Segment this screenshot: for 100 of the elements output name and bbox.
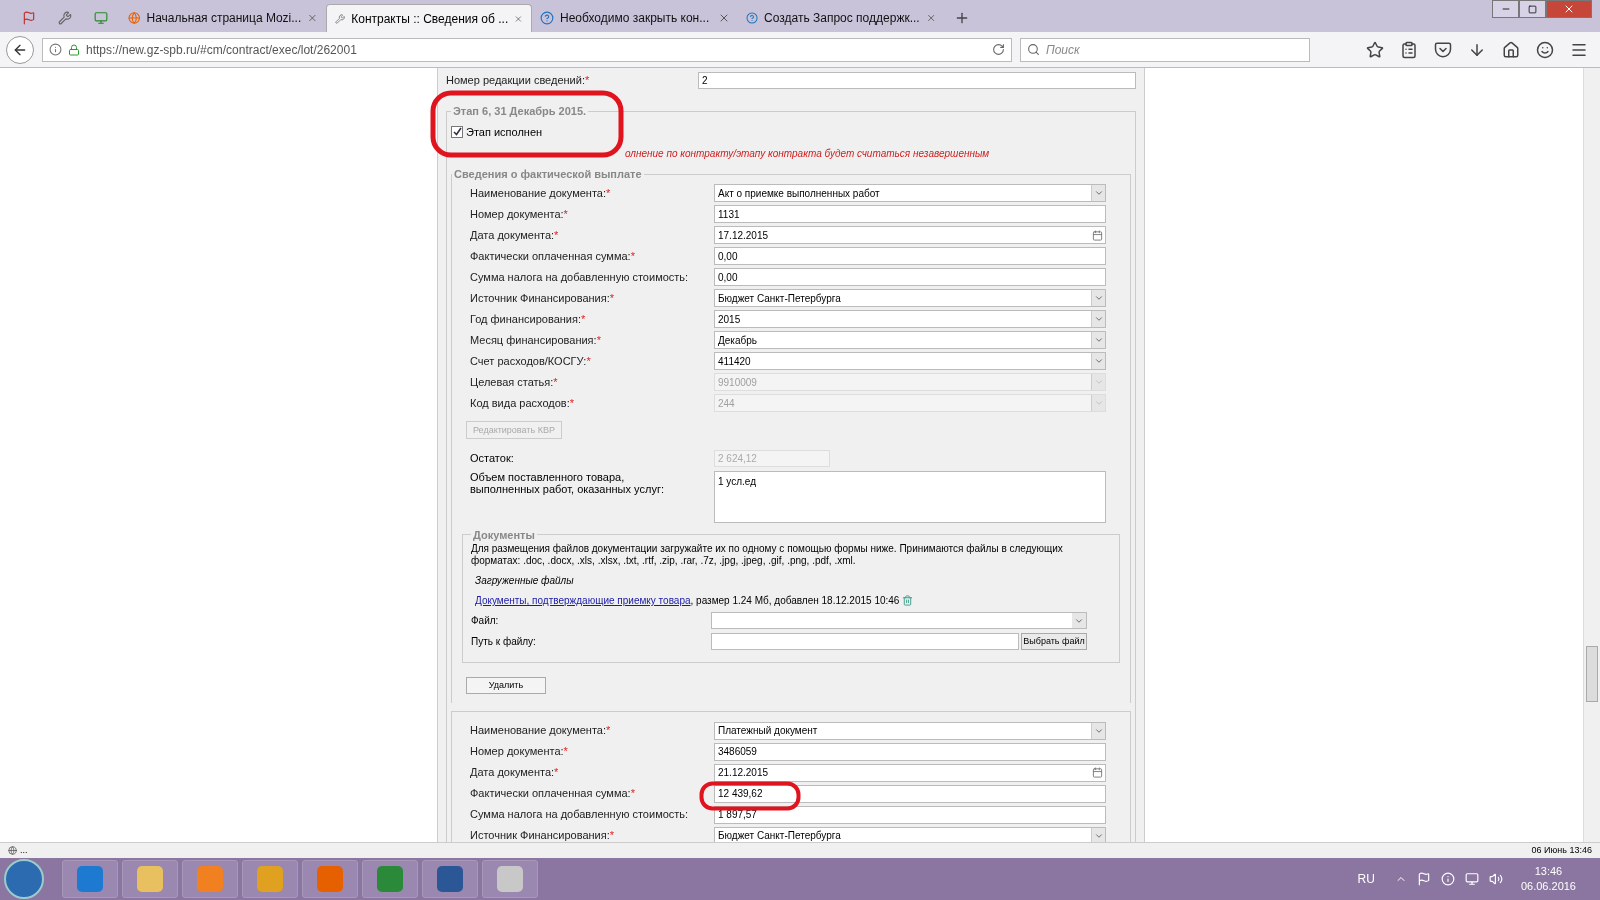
- taskbar-app-button[interactable]: [362, 860, 418, 898]
- chevron-down-icon: [1093, 398, 1104, 408]
- dropdown-field[interactable]: 411420: [714, 352, 1106, 370]
- browser-tab[interactable]: Контракты :: Сведения об ...: [326, 4, 532, 32]
- trash-icon[interactable]: [902, 595, 914, 606]
- app-icon: [197, 866, 223, 892]
- browser-tab[interactable]: Создать Запрос поддержк...: [738, 4, 944, 32]
- app-icon: [77, 866, 103, 892]
- close-icon[interactable]: [925, 12, 936, 24]
- group-title: Сведения о фактической выплате: [453, 167, 643, 182]
- input-field[interactable]: 0,00: [714, 268, 1106, 286]
- checkbox[interactable]: [451, 125, 463, 138]
- new-tab-icon[interactable]: [954, 10, 970, 26]
- field-label: Счет расходов/КОСГУ:*: [470, 354, 591, 367]
- maximize-icon: [1528, 4, 1537, 14]
- field-label: Путь к файлу:: [471, 635, 537, 649]
- choose-file-button[interactable]: Выбрать файл: [1021, 633, 1087, 650]
- field-label: Источник Финансирования:*: [470, 829, 615, 842]
- language-indicator[interactable]: RU: [1357, 870, 1375, 888]
- dropdown-field[interactable]: Бюджет Санкт-Петербурга: [714, 289, 1106, 307]
- field-label: Целевая статья:*: [470, 375, 558, 388]
- field-label: Фактически оплаченная сумма:*: [470, 787, 635, 800]
- field-label: Номер документа:*: [470, 207, 568, 220]
- taskbar-app-button[interactable]: [62, 860, 118, 898]
- flag-icon[interactable]: [1416, 872, 1431, 886]
- dropdown-field[interactable]: Бюджет Санкт-Петербурга: [714, 826, 1106, 842]
- volume-icon[interactable]: [1488, 872, 1503, 886]
- input-field[interactable]: 0,00: [714, 247, 1106, 265]
- field-label: Наименование документа:*: [470, 186, 611, 199]
- file-entry-text: Документы, подтверждающие приемку товара, размер 1.24 Мб, добавлен 18.12.2015 10:46: [475, 594, 900, 608]
- input-field[interactable]: 2: [698, 71, 1136, 89]
- field-label: Файл:: [471, 614, 500, 628]
- globe-icon: [128, 11, 141, 25]
- search-field[interactable]: Поиск: [1020, 37, 1310, 62]
- dropdown-field[interactable]: Платежный документ: [714, 721, 1106, 740]
- taskbar-app-button[interactable]: [422, 860, 478, 898]
- input-field[interactable]: 12 439,62: [714, 784, 1106, 803]
- taskbar-app-button[interactable]: [122, 860, 178, 898]
- browser-tab[interactable]: Необходимо закрыть кон...: [532, 4, 738, 32]
- text-area[interactable]: 1 усл.ед: [714, 470, 1106, 523]
- app-icon: [317, 866, 343, 892]
- maximize-button[interactable]: [1519, 0, 1546, 18]
- chevron-down-icon: [1093, 188, 1104, 198]
- app-icon: [257, 866, 283, 892]
- close-icon[interactable]: [718, 12, 730, 24]
- bookmark-star-icon[interactable]: [1366, 40, 1384, 59]
- home-icon[interactable]: [1502, 40, 1520, 59]
- checkbox-label: Этап исполнен: [466, 124, 543, 140]
- date-field[interactable]: 21.12.2015: [714, 763, 1106, 782]
- flag-icon: [22, 11, 36, 25]
- delete-button[interactable]: Удалить: [466, 677, 546, 695]
- input-field[interactable]: 3486059: [714, 742, 1106, 761]
- clock-time[interactable]: 13:46: [1534, 864, 1563, 879]
- dropdown-field[interactable]: Декабрь: [714, 331, 1106, 349]
- minimize-button[interactable]: [1492, 0, 1519, 18]
- chevron-down-icon: [1093, 356, 1104, 366]
- smile-icon[interactable]: [1536, 40, 1554, 59]
- scrollbar[interactable]: [1583, 68, 1600, 842]
- taskbar-app-button[interactable]: [482, 860, 538, 898]
- calendar-icon: [1092, 767, 1103, 778]
- field-label: Фактически оплаченная сумма:*: [470, 249, 635, 262]
- file-link[interactable]: Документы, подтверждающие приемку товара: [475, 595, 691, 606]
- field-label: Номер документа:*: [470, 745, 568, 758]
- input-field: 2 624,12: [714, 449, 830, 467]
- search-icon: [1027, 43, 1040, 56]
- pocket-icon[interactable]: [1434, 40, 1452, 59]
- status-date: 06 Июнь 13:46: [1531, 843, 1592, 857]
- wrench-icon: [58, 11, 72, 25]
- clipboard-icon[interactable]: [1400, 40, 1418, 59]
- field-label: Код вида расходов:*: [470, 396, 575, 409]
- input-field[interactable]: 1131: [714, 205, 1106, 223]
- close-icon: [1563, 3, 1575, 15]
- help-icon: [746, 11, 759, 25]
- chevron-down-icon: [1093, 377, 1104, 387]
- start-button[interactable]: [4, 859, 44, 899]
- app-icon: [437, 866, 463, 892]
- close-icon[interactable]: [307, 12, 318, 24]
- input-field[interactable]: [711, 633, 1019, 650]
- field-label: Источник Финансирования:*: [470, 291, 615, 304]
- input-field[interactable]: 1 897,57: [714, 805, 1106, 824]
- field-label: Год финансирования:*: [470, 312, 586, 325]
- dropdown-field[interactable]: Акт о приемке выполненных работ: [714, 184, 1106, 202]
- back-button[interactable]: [6, 35, 34, 64]
- description-text: Для размещения файлов документации загружайте их по одному с помощью формы ниже. Принимаются файлы в следующих форматах: .doc, .docx, .xls, .xlsx, .txt, .rtf, .zip, .rar, .7z, .jpg, .jpeg, .gif, .png, .pdf, .xml.: [471, 543, 1064, 567]
- chevron-down-icon: [1093, 293, 1104, 303]
- uploaded-files-title: Загруженные файлы: [474, 574, 575, 588]
- browser-tab[interactable]: Начальная страница Mozi...: [120, 4, 326, 32]
- field-label: Наименование документа:*: [470, 724, 611, 737]
- reload-icon[interactable]: [992, 43, 1005, 56]
- group-title: Документы: [472, 527, 536, 543]
- dropdown-field[interactable]: 2015: [714, 310, 1106, 328]
- date-field[interactable]: 17.12.2015: [714, 226, 1106, 244]
- field-label: Объем поставленного товара, выполненных работ, оказанных услуг:: [469, 470, 665, 497]
- address-bar[interactable]: https://new.gz-spb.ru/#cm/contract/exec/lot/262001: [42, 37, 1012, 62]
- info-icon[interactable]: [49, 43, 62, 56]
- clock-date[interactable]: 06.06.2016: [1520, 879, 1576, 894]
- dropdown-field[interactable]: [711, 612, 1087, 629]
- lock-icon: [68, 43, 80, 56]
- field-label: Остаток:: [469, 450, 515, 466]
- monitor-icon: [94, 11, 108, 25]
